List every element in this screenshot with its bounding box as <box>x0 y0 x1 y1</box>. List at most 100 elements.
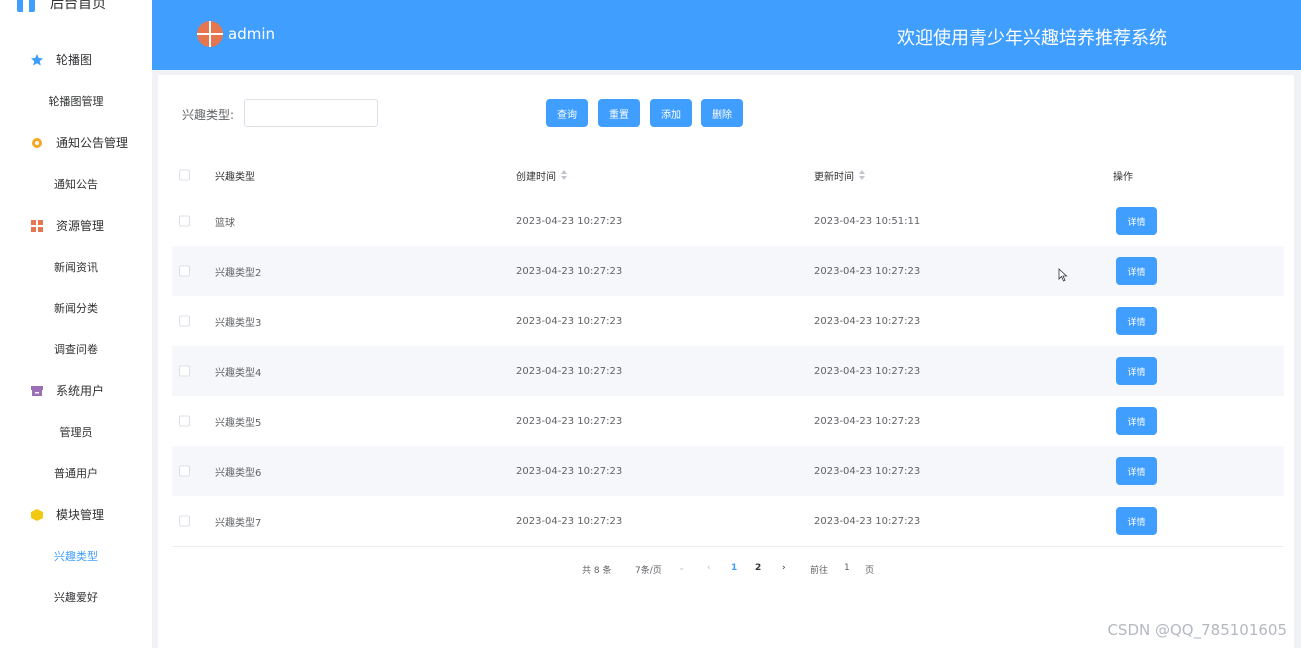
watermark: CSDN @QQ_785101605 <box>1107 621 1287 639</box>
sidebar-group-label: 系统用户 <box>56 383 105 398</box>
gear-icon <box>30 135 44 149</box>
table-row: 兴趣类型6 2023-04-23 10:27:23 2023-04-23 10:… <box>172 446 1284 496</box>
content-panel: 兴趣类型: 查询 重置 添加 删除 兴趣类型 创建时间 更新时间 操作 篮球 2… <box>158 75 1294 648</box>
pagination-total: 共 8 条 <box>582 566 612 576</box>
main-area: 兴趣类型: 查询 重置 添加 删除 兴趣类型 创建时间 更新时间 操作 篮球 2… <box>152 70 1301 648</box>
cell-updated: 2023-04-23 10:51:11 <box>814 215 921 227</box>
sidebar-group-label: 轮播图 <box>56 52 93 67</box>
sort-icon[interactable] <box>561 170 567 180</box>
sidebar-item[interactable]: 兴趣类型 <box>0 535 152 576</box>
page-2[interactable]: 2 <box>755 563 761 573</box>
query-button[interactable]: 查询 <box>546 99 588 127</box>
row-checkbox[interactable] <box>179 415 190 427</box>
table-header: 兴趣类型 创建时间 更新时间 操作 <box>172 154 1284 196</box>
sidebar-item[interactable]: 轮播图管理 <box>0 80 152 121</box>
cell-type: 兴趣类型7 <box>215 517 262 529</box>
sidebar-item[interactable]: 新闻资讯 <box>0 246 152 287</box>
table-row: 兴趣类型7 2023-04-23 10:27:23 2023-04-23 10:… <box>172 496 1284 546</box>
sort-icon[interactable] <box>859 170 865 180</box>
sidebar-group-label: 模块管理 <box>56 507 105 522</box>
sidebar-group-1[interactable]: 通知公告管理 <box>0 121 152 163</box>
page-size-select[interactable]: 7条/页 <box>635 563 662 576</box>
cell-updated: 2023-04-23 10:27:23 <box>814 365 921 377</box>
sidebar-group-0[interactable]: 轮播图 <box>0 38 152 80</box>
row-checkbox[interactable] <box>179 315 190 327</box>
pagination: 共 8 条 7条/页 ⌄ ‹ 1 2 › 前往 1 页 <box>158 560 1294 580</box>
sidebar-group-label: 通知公告管理 <box>56 135 129 150</box>
header-updated[interactable]: 更新时间 <box>814 154 865 196</box>
row-checkbox[interactable] <box>179 465 190 477</box>
table-divider <box>172 546 1284 547</box>
goto-page-input[interactable]: 1 <box>844 563 850 573</box>
cell-created: 2023-04-23 10:27:23 <box>516 415 623 427</box>
cell-type: 兴趣类型5 <box>215 417 262 429</box>
sidebar-item[interactable]: 兴趣爱好 <box>0 576 152 617</box>
row-checkbox[interactable] <box>179 215 190 227</box>
cell-created: 2023-04-23 10:27:23 <box>516 515 623 527</box>
sidebar-group-label: 资源管理 <box>56 218 105 233</box>
table-row: 兴趣类型2 2023-04-23 10:27:23 2023-04-23 10:… <box>172 246 1284 296</box>
system-title: 欢迎使用青少年兴趣培养推荐系统 <box>897 28 1167 49</box>
detail-button[interactable]: 详情 <box>1116 507 1157 535</box>
row-checkbox[interactable] <box>179 265 190 277</box>
grid-icon <box>30 218 44 232</box>
sidebar-item[interactable]: 新闻分类 <box>0 287 152 328</box>
avatar[interactable] <box>197 21 223 47</box>
sidebar-group-2[interactable]: 资源管理 <box>0 204 152 246</box>
table-body: 篮球 2023-04-23 10:27:23 2023-04-23 10:51:… <box>172 196 1284 546</box>
row-checkbox[interactable] <box>179 365 190 377</box>
table-row: 兴趣类型4 2023-04-23 10:27:23 2023-04-23 10:… <box>172 346 1284 396</box>
delete-button[interactable]: 删除 <box>701 99 743 127</box>
home-icon <box>17 0 35 12</box>
prev-page-icon[interactable]: ‹ <box>707 563 711 573</box>
box-icon <box>30 383 44 397</box>
cell-created: 2023-04-23 10:27:23 <box>516 215 623 227</box>
sidebar-item[interactable]: 调查问卷 <box>0 328 152 369</box>
top-header: admin 欢迎使用青少年兴趣培养推荐系统 <box>152 0 1301 70</box>
header-type: 兴趣类型 <box>215 171 255 183</box>
header-created-label: 创建时间 <box>516 171 556 183</box>
detail-button[interactable]: 详情 <box>1116 307 1157 335</box>
detail-button[interactable]: 详情 <box>1116 207 1157 235</box>
interest-type-table: 兴趣类型 创建时间 更新时间 操作 篮球 2023-04-23 10:27:23… <box>172 154 1284 547</box>
add-button[interactable]: 添加 <box>650 99 692 127</box>
table-row: 篮球 2023-04-23 10:27:23 2023-04-23 10:51:… <box>172 196 1284 246</box>
sidebar-item[interactable]: 普通用户 <box>0 452 152 493</box>
next-page-icon[interactable]: › <box>782 563 786 573</box>
sidebar-group-3[interactable]: 系统用户 <box>0 369 152 411</box>
chevron-down-icon[interactable]: ⌄ <box>678 563 686 573</box>
cell-type: 兴趣类型6 <box>215 467 262 479</box>
detail-button[interactable]: 详情 <box>1116 407 1157 435</box>
username[interactable]: admin <box>228 25 275 43</box>
select-all-checkbox[interactable] <box>179 169 190 181</box>
cell-type: 兴趣类型4 <box>215 367 262 379</box>
cell-updated: 2023-04-23 10:27:23 <box>814 415 921 427</box>
cell-created: 2023-04-23 10:27:23 <box>516 315 623 327</box>
sidebar-item[interactable]: 通知公告 <box>0 163 152 204</box>
cell-updated: 2023-04-23 10:27:23 <box>814 515 921 527</box>
sidebar-home-label: 后台首页 <box>50 0 106 12</box>
cell-created: 2023-04-23 10:27:23 <box>516 365 623 377</box>
search-label: 兴趣类型: <box>182 108 235 122</box>
table-row: 兴趣类型3 2023-04-23 10:27:23 2023-04-23 10:… <box>172 296 1284 346</box>
header-created[interactable]: 创建时间 <box>516 154 567 196</box>
cell-type: 篮球 <box>215 217 235 229</box>
header-updated-label: 更新时间 <box>814 171 854 183</box>
cell-updated: 2023-04-23 10:27:23 <box>814 315 921 327</box>
goto-prefix: 前往 <box>810 566 829 576</box>
cell-type: 兴趣类型2 <box>215 267 262 279</box>
star-icon <box>30 52 44 66</box>
cell-created: 2023-04-23 10:27:23 <box>516 465 623 477</box>
sidebar-item[interactable]: 管理员 <box>0 411 152 452</box>
reset-button[interactable]: 重置 <box>598 99 640 127</box>
sidebar: 后台首页 轮播图 轮播图管理 通知公告管理 通知公告 资源管理 新闻资讯 新闻分类… <box>0 0 153 648</box>
sidebar-home[interactable]: 后台首页 <box>0 0 152 38</box>
sidebar-group-4[interactable]: 模块管理 <box>0 493 152 535</box>
detail-button[interactable]: 详情 <box>1116 357 1157 385</box>
page-1[interactable]: 1 <box>731 563 737 573</box>
interest-type-search-input[interactable] <box>244 99 378 127</box>
row-checkbox[interactable] <box>179 515 190 527</box>
mouse-cursor-icon <box>1058 268 1068 282</box>
detail-button[interactable]: 详情 <box>1116 457 1157 485</box>
detail-button[interactable]: 详情 <box>1116 257 1157 285</box>
